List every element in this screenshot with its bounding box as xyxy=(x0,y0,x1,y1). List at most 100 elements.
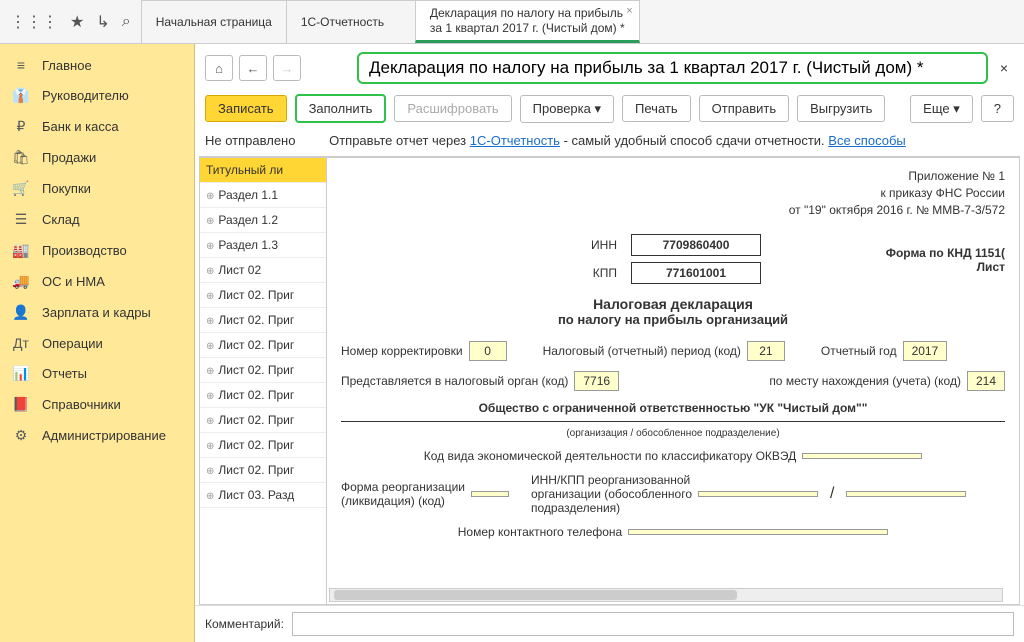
tax-org-field[interactable]: 7716 xyxy=(574,371,619,391)
sidebar-item-manager[interactable]: 👔Руководителю xyxy=(0,80,194,111)
history-icon[interactable]: ↳ xyxy=(96,12,109,32)
section-item[interactable]: ⊕Лист 02. Приг xyxy=(200,383,326,408)
save-button[interactable]: Записать xyxy=(205,95,287,122)
expand-icon[interactable]: ⊕ xyxy=(206,416,214,427)
corr-field[interactable]: 0 xyxy=(469,341,507,361)
sidebar-item-main[interactable]: ≡Главное xyxy=(0,50,194,80)
close-icon[interactable]: × xyxy=(626,5,632,17)
year-field[interactable]: 2017 xyxy=(903,341,948,361)
section-item[interactable]: ⊕Лист 02. Приг xyxy=(200,458,326,483)
main: ≡Главное 👔Руководителю ₽Банк и касса 🛍Пр… xyxy=(0,44,1024,642)
apps-icon[interactable]: ⋮⋮⋮ xyxy=(10,12,58,32)
period-field[interactable]: 21 xyxy=(747,341,785,361)
sidebar-item-purchases[interactable]: 🛒Покупки xyxy=(0,173,194,204)
reorg-label: Форма реорганизации (ликвидация) (код) xyxy=(341,480,465,508)
place-field[interactable]: 214 xyxy=(967,371,1005,391)
work-area: Титульный ли ⊕ Раздел 1.1 ⊕Раздел 1.2 ⊕Ра… xyxy=(199,156,1020,605)
sidebar-item-production[interactable]: 🏭 Производство xyxy=(0,235,194,266)
print-button[interactable]: Печать xyxy=(622,95,691,122)
kpp-value[interactable]: 771601001 xyxy=(631,262,761,284)
expand-icon[interactable]: ⊕ xyxy=(206,241,214,252)
sidebar-item-label: Продажи xyxy=(42,150,96,165)
section-item[interactable]: Титульный ли xyxy=(200,158,326,183)
tab-declaration[interactable]: Декларация по налогу на прибыль за 1 ква… xyxy=(415,0,640,43)
section-item[interactable]: ⊕Лист 02. Приг xyxy=(200,333,326,358)
sidebar-item-reports[interactable]: 📊Отчеты xyxy=(0,358,194,389)
section-item[interactable]: ⊕Раздел 1.3 xyxy=(200,233,326,258)
help-button[interactable]: ? xyxy=(981,95,1014,122)
section-item[interactable]: ⊕Лист 02 xyxy=(200,258,326,283)
reorg-inn-field[interactable] xyxy=(698,491,818,497)
expand-icon[interactable]: ⊕ xyxy=(206,191,214,202)
org-sub: (организация / обособленное подразделени… xyxy=(341,428,1005,439)
title-row: ⌂ ← → Декларация по налогу на прибыль за… xyxy=(195,44,1024,88)
factory-icon: 🏭 xyxy=(12,242,30,259)
expand-icon[interactable]: ⊕ xyxy=(206,266,214,277)
chart-icon: 📊 xyxy=(12,365,30,382)
close-icon[interactable]: × xyxy=(994,60,1014,76)
decode-button[interactable]: Расшифровать xyxy=(394,95,511,122)
more-button[interactable]: Еще ▾ xyxy=(910,95,973,123)
expand-icon[interactable]: ⊕ xyxy=(206,491,214,502)
expand-icon[interactable]: ⊕ xyxy=(206,466,214,477)
section-item[interactable]: ⊕Раздел 1.2 xyxy=(200,208,326,233)
horizontal-scrollbar[interactable] xyxy=(329,588,1003,602)
check-button[interactable]: Проверка ▾ xyxy=(520,95,614,123)
sidebar-item-sales[interactable]: 🛍Продажи xyxy=(0,142,194,173)
section-item[interactable]: ⊕ Лист 02. Приг xyxy=(200,408,326,433)
sidebar-item-label: Банк и касса xyxy=(42,119,119,134)
tab-home[interactable]: Начальная страница xyxy=(141,0,287,43)
comment-input[interactable] xyxy=(292,612,1014,636)
expand-icon[interactable]: ⊕ xyxy=(206,441,214,452)
home-button[interactable]: ⌂ xyxy=(205,55,233,81)
expand-icon[interactable]: ⊕ xyxy=(206,366,214,377)
content: ⌂ ← → Декларация по налогу на прибыль за… xyxy=(195,44,1024,642)
tab-reporting[interactable]: 1С-Отчетность xyxy=(286,0,416,43)
search-icon[interactable]: ⌕ xyxy=(122,13,131,31)
okved-field[interactable] xyxy=(802,453,922,459)
section-list[interactable]: Титульный ли ⊕ Раздел 1.1 ⊕Раздел 1.2 ⊕Ра… xyxy=(199,157,327,605)
reorg-field[interactable] xyxy=(471,491,509,497)
manager-icon: 👔 xyxy=(12,87,30,104)
check-label: Проверка xyxy=(533,101,591,116)
status-row: Не отправлено Отправьте отчет через 1С-О… xyxy=(195,129,1024,156)
sidebar-item-label: Производство xyxy=(42,243,127,258)
section-item[interactable]: ⊕Лист 02. Приг xyxy=(200,308,326,333)
sidebar-item-label: Справочники xyxy=(42,397,121,412)
toolbar: Записать Заполнить Расшифровать Проверка… xyxy=(195,88,1024,129)
expand-icon[interactable]: ⊕ xyxy=(206,316,214,327)
phone-field[interactable] xyxy=(628,529,888,535)
expand-icon[interactable]: ⊕ xyxy=(206,216,214,227)
section-item[interactable]: ⊕ Раздел 1.1 xyxy=(200,183,326,208)
section-item[interactable]: ⊕Лист 02. Приг xyxy=(200,358,326,383)
sidebar-item-assets[interactable]: 🚚ОС и НМА xyxy=(0,266,194,297)
reporting-link[interactable]: 1С-Отчетность xyxy=(470,133,560,148)
expand-icon[interactable]: ⊕ xyxy=(206,291,214,302)
all-methods-link[interactable]: Все способы xyxy=(828,133,905,148)
back-button[interactable]: ← xyxy=(239,55,267,81)
form-header: Приложение № 1 к приказу ФНС России от "… xyxy=(341,168,1005,218)
section-item[interactable]: ⊕Лист 03. Разд xyxy=(200,483,326,508)
header-line: к приказу ФНС России xyxy=(341,185,1005,202)
expand-icon[interactable]: ⊕ xyxy=(206,391,214,402)
section-item[interactable]: ⊕Лист 02. Приг xyxy=(200,283,326,308)
sidebar-item-bank[interactable]: ₽Банк и касса xyxy=(0,111,194,142)
sidebar-item-stock[interactable]: ☰Склад xyxy=(0,204,194,235)
send-button[interactable]: Отправить xyxy=(699,95,789,122)
section-label: Раздел 1.1 xyxy=(218,188,278,202)
fill-button[interactable]: Заполнить xyxy=(295,94,387,123)
sidebar: ≡Главное 👔Руководителю ₽Банк и касса 🛍Пр… xyxy=(0,44,195,642)
expand-icon[interactable]: ⊕ xyxy=(206,341,214,352)
section-item[interactable]: ⊕Лист 02. Приг xyxy=(200,433,326,458)
sidebar-item-admin[interactable]: ⚙Администрирование xyxy=(0,420,194,451)
sidebar-item-directories[interactable]: 📕Справочники xyxy=(0,389,194,420)
section-label: Лист 02. Приг xyxy=(218,413,294,427)
reorg-kpp-field[interactable] xyxy=(846,491,966,497)
inn-value[interactable]: 7709860400 xyxy=(631,234,761,256)
forward-button[interactable]: → xyxy=(273,55,301,81)
sidebar-item-salary[interactable]: 👤Зарплата и кадры xyxy=(0,297,194,328)
star-icon[interactable]: ★ xyxy=(70,12,84,32)
sidebar-item-operations[interactable]: ДтОперации xyxy=(0,328,194,358)
export-button[interactable]: Выгрузить xyxy=(797,95,885,122)
scrollbar-thumb[interactable] xyxy=(334,590,737,600)
